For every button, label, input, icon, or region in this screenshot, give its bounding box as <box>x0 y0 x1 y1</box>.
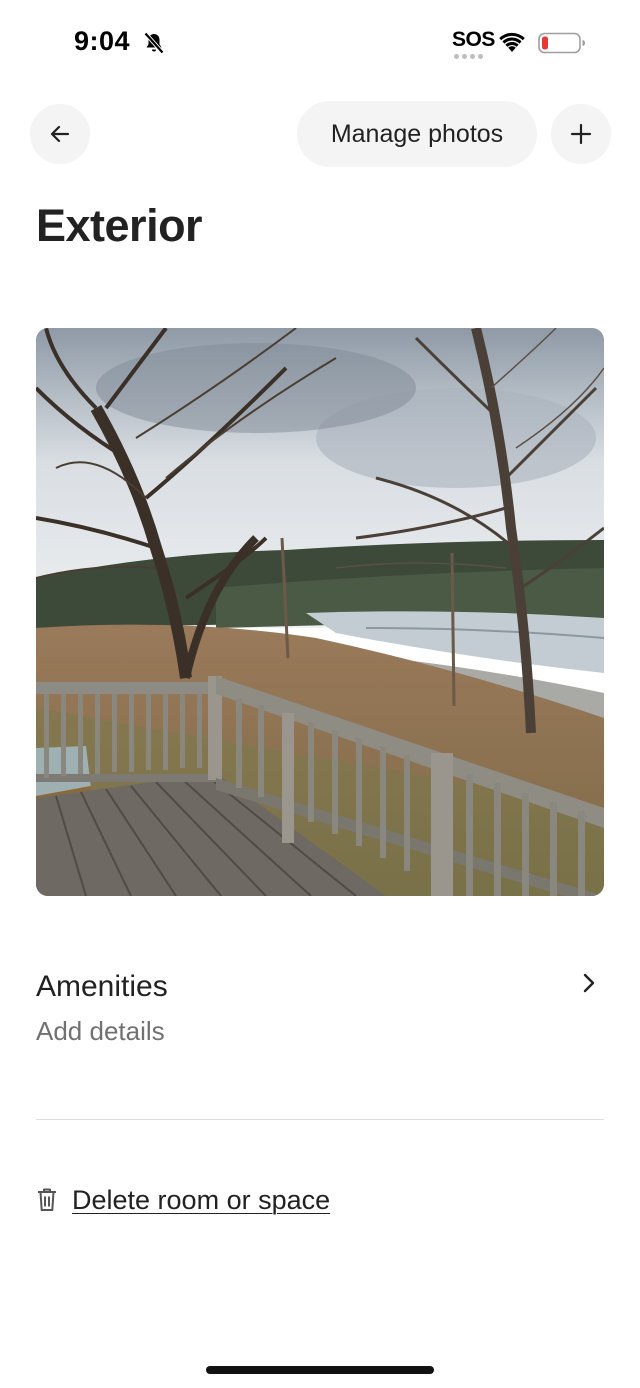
chevron-right-icon <box>583 973 595 993</box>
room-photo[interactable] <box>36 328 604 896</box>
status-bar: 9:04 SOS <box>0 0 640 88</box>
wifi-icon <box>499 32 525 52</box>
divider <box>36 1119 604 1120</box>
status-time: 9:04 <box>74 26 131 56</box>
add-button[interactable] <box>551 104 611 164</box>
sos-indicator: SOS <box>452 28 495 60</box>
amenities-row[interactable]: Amenities Add details <box>36 960 604 1060</box>
deck-photo-image <box>36 328 604 896</box>
manage-photos-button[interactable]: Manage photos <box>297 101 537 167</box>
delete-room-row[interactable]: Delete room or space <box>36 1180 330 1220</box>
sos-label: SOS <box>452 28 495 51</box>
bell-slash-icon <box>144 32 164 54</box>
home-indicator[interactable] <box>206 1366 434 1374</box>
trash-icon <box>38 1188 56 1211</box>
arrow-left-icon <box>50 125 70 143</box>
delete-room-link[interactable]: Delete room or space <box>72 1185 330 1216</box>
battery-low-icon <box>538 32 585 54</box>
back-button[interactable] <box>30 104 90 164</box>
plus-icon <box>570 123 592 145</box>
page-title: Exterior <box>36 200 203 251</box>
amenities-subtitle: Add details <box>36 1016 165 1046</box>
signal-dots <box>452 54 490 59</box>
amenities-title: Amenities <box>36 970 168 1003</box>
